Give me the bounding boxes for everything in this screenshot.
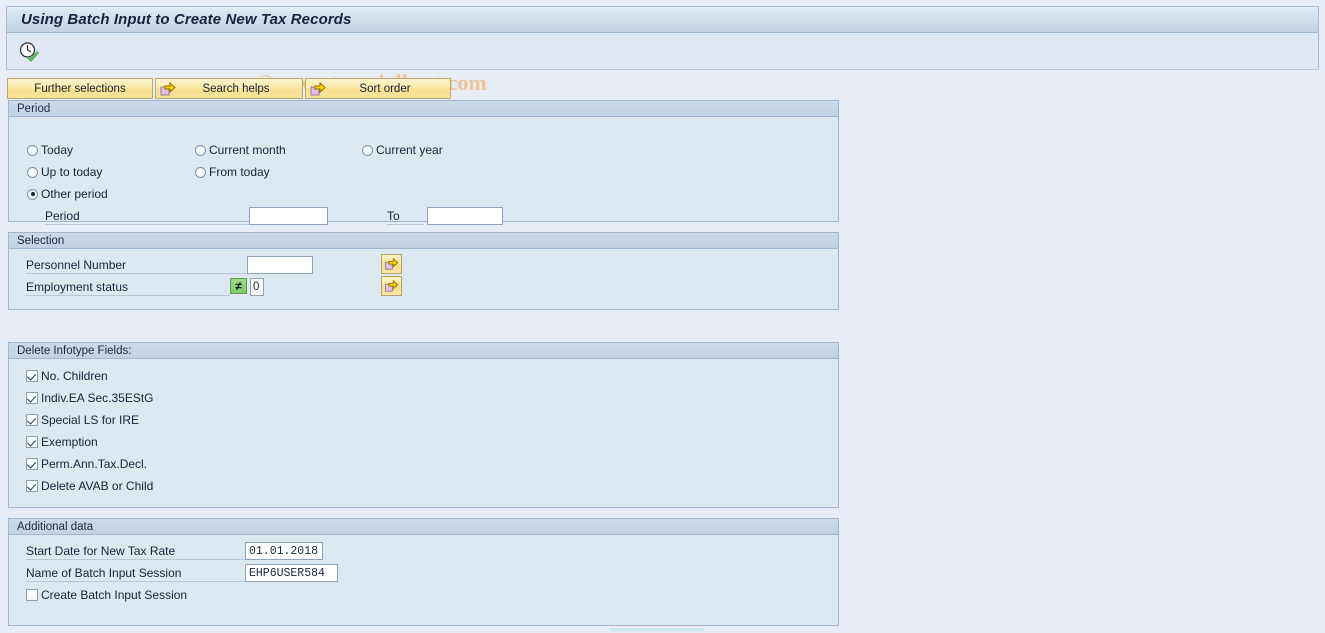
personnel-number-input[interactable] bbox=[247, 256, 313, 274]
additional-data-header: Additional data bbox=[9, 519, 838, 535]
arrow-right-icon bbox=[310, 81, 326, 97]
selection-group-header: Selection bbox=[9, 233, 838, 249]
radio-current-month-label: Current month bbox=[209, 143, 286, 157]
arrow-right-icon bbox=[160, 81, 176, 97]
personnel-number-underline bbox=[26, 273, 247, 274]
sort-order-button[interactable]: Sort order bbox=[305, 78, 451, 99]
checkbox-exemption-label: Exemption bbox=[41, 435, 98, 449]
radio-from-today-control[interactable] bbox=[195, 166, 206, 178]
delete-infotype-fields-group: Delete Infotype Fields: No. Children Ind… bbox=[8, 342, 839, 508]
radio-up-to-today-label: Up to today bbox=[41, 165, 103, 179]
session-name-underline bbox=[26, 581, 245, 582]
checkbox-no-children-control[interactable] bbox=[26, 370, 38, 382]
checkbox-perm-ann-tax-decl-label: Perm.Ann.Tax.Decl. bbox=[41, 457, 148, 471]
further-selections-label: Further selections bbox=[34, 82, 126, 95]
radio-current-year-label: Current year bbox=[376, 143, 443, 157]
search-helps-label: Search helps bbox=[202, 82, 270, 95]
checkbox-special-ls-for-ire-control[interactable] bbox=[26, 414, 38, 426]
period-group-header: Period bbox=[9, 101, 838, 117]
checkbox-special-ls-for-ire[interactable]: Special LS for IRE bbox=[26, 413, 139, 427]
delete-infotype-fields-header: Delete Infotype Fields: bbox=[9, 343, 838, 359]
radio-from-today-label: From today bbox=[209, 165, 270, 179]
page-title: Using Batch Input to Create New Tax Reco… bbox=[21, 11, 352, 28]
employment-status-operator-button[interactable]: ≠ bbox=[230, 278, 247, 294]
checkbox-delete-avab-or-child[interactable]: Delete AVAB or Child bbox=[26, 479, 153, 493]
window-title-bar: Using Batch Input to Create New Tax Reco… bbox=[6, 6, 1319, 33]
checkbox-exemption[interactable]: Exemption bbox=[26, 435, 98, 449]
additional-data-group: Additional data Start Date for New Tax R… bbox=[8, 518, 839, 626]
employment-status-multi-select-button[interactable] bbox=[381, 276, 402, 296]
checkbox-perm-ann-tax-decl-control[interactable] bbox=[26, 458, 38, 470]
checkbox-exemption-control[interactable] bbox=[26, 436, 38, 448]
period-field-label: Period bbox=[45, 209, 80, 223]
selection-toolbar: Further selections Search helps Sort ord… bbox=[7, 78, 451, 99]
radio-other-period-label: Other period bbox=[41, 187, 108, 201]
checkbox-perm-ann-tax-decl[interactable]: Perm.Ann.Tax.Decl. bbox=[26, 457, 147, 471]
bottom-edge-strip bbox=[610, 628, 703, 631]
radio-today-label: Today bbox=[41, 143, 74, 157]
checkbox-indiv-ea-sec35estg-label: Indiv.EA Sec.35EStG bbox=[41, 391, 154, 405]
employment-status-underline bbox=[26, 295, 230, 296]
application-toolbar: © www.tutorialkart.com bbox=[6, 33, 1319, 95]
period-field-underline bbox=[45, 224, 249, 225]
sort-order-label: Sort order bbox=[359, 82, 411, 95]
start-date-label: Start Date for New Tax Rate bbox=[26, 544, 176, 558]
period-to-label: To bbox=[387, 209, 400, 223]
employment-status-input[interactable] bbox=[250, 278, 264, 296]
radio-current-month[interactable]: Current month bbox=[195, 143, 286, 157]
selection-group: Selection Personnel Number Employment st… bbox=[8, 232, 839, 310]
period-group: Period Today Current month Current year … bbox=[8, 100, 839, 225]
checkbox-create-batch-input-session[interactable]: Create Batch Input Session bbox=[26, 588, 187, 602]
radio-current-year[interactable]: Current year bbox=[362, 143, 443, 157]
checkbox-delete-avab-or-child-control[interactable] bbox=[26, 480, 38, 492]
radio-today[interactable]: Today bbox=[27, 143, 73, 157]
search-helps-button[interactable]: Search helps bbox=[155, 78, 303, 99]
radio-current-month-control[interactable] bbox=[195, 144, 206, 156]
period-to-underline bbox=[387, 224, 424, 225]
radio-up-to-today[interactable]: Up to today bbox=[27, 165, 102, 179]
further-selections-button[interactable]: Further selections bbox=[7, 78, 153, 99]
period-to-input[interactable] bbox=[427, 207, 503, 225]
checkbox-special-ls-for-ire-label: Special LS for IRE bbox=[41, 413, 140, 427]
checkbox-create-batch-input-session-control[interactable] bbox=[26, 589, 38, 601]
session-name-label: Name of Batch Input Session bbox=[26, 566, 182, 580]
checkbox-indiv-ea-sec35estg-control[interactable] bbox=[26, 392, 38, 404]
session-name-input[interactable] bbox=[245, 564, 338, 582]
personnel-number-multi-select-button[interactable] bbox=[381, 254, 402, 274]
radio-other-period-control[interactable] bbox=[27, 188, 38, 200]
period-from-input[interactable] bbox=[249, 207, 328, 225]
checkbox-delete-avab-or-child-label: Delete AVAB or Child bbox=[41, 479, 154, 493]
radio-current-year-control[interactable] bbox=[362, 144, 373, 156]
checkbox-create-batch-input-session-label: Create Batch Input Session bbox=[41, 588, 188, 602]
start-date-underline bbox=[26, 559, 245, 560]
radio-from-today[interactable]: From today bbox=[195, 165, 270, 179]
checkbox-indiv-ea-sec35estg[interactable]: Indiv.EA Sec.35EStG bbox=[26, 391, 154, 405]
checkbox-no-children[interactable]: No. Children bbox=[26, 369, 108, 383]
radio-up-to-today-control[interactable] bbox=[27, 166, 38, 178]
radio-other-period[interactable]: Other period bbox=[27, 187, 108, 201]
clock-check-icon[interactable] bbox=[17, 40, 41, 64]
start-date-input[interactable] bbox=[245, 542, 323, 560]
employment-status-label: Employment status bbox=[26, 280, 129, 294]
personnel-number-label: Personnel Number bbox=[26, 258, 127, 272]
checkbox-no-children-label: No. Children bbox=[41, 369, 108, 383]
radio-today-control[interactable] bbox=[27, 144, 38, 156]
